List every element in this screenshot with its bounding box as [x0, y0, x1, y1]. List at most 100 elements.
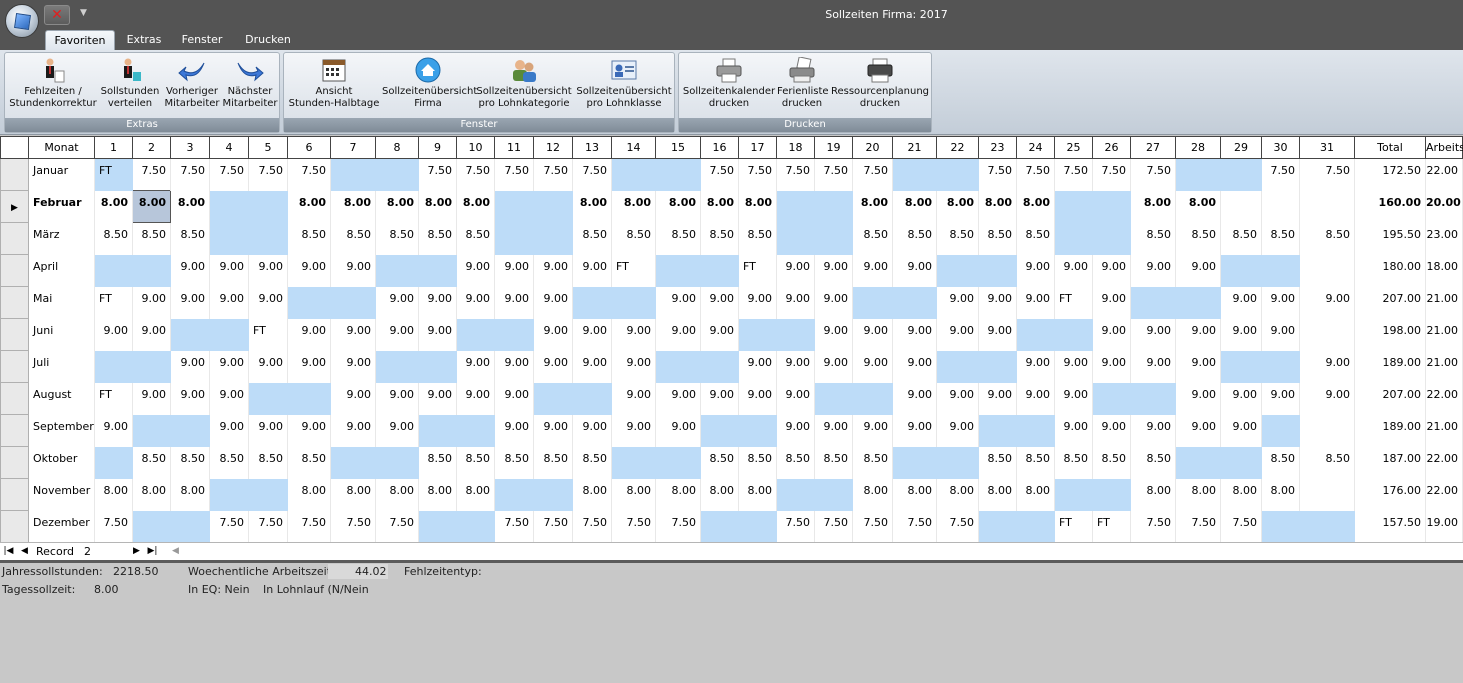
header-total[interactable]: Total	[1354, 136, 1426, 159]
day-cell[interactable]: 9.00	[287, 350, 331, 383]
day-cell[interactable]: 9.00	[1054, 254, 1093, 287]
day-cell[interactable]: 9.00	[456, 254, 495, 287]
day-cell[interactable]	[375, 446, 419, 479]
day-cell[interactable]: 7.50	[418, 158, 457, 191]
day-cell[interactable]	[814, 190, 853, 223]
month-cell[interactable]: Juli	[28, 350, 95, 383]
header-day-24[interactable]: 24	[1016, 136, 1055, 159]
day-cell[interactable]: 9.00	[375, 414, 419, 447]
day-cell[interactable]: 9.00	[248, 254, 288, 287]
day-cell[interactable]: 7.50	[248, 158, 288, 191]
day-cell[interactable]: 9.00	[1054, 414, 1093, 447]
header-day-10[interactable]: 10	[456, 136, 495, 159]
day-cell[interactable]: 9.00	[1092, 414, 1131, 447]
day-cell[interactable]: 8.00	[978, 190, 1017, 223]
tab-drucken[interactable]: Drucken	[238, 30, 298, 50]
day-cell[interactable]: 8.00	[170, 478, 210, 511]
row-selector[interactable]	[0, 350, 29, 383]
day-cell[interactable]	[814, 478, 853, 511]
day-cell[interactable]	[1299, 414, 1355, 447]
day-cell[interactable]: 9.00	[533, 254, 573, 287]
table-row[interactable]: Juni 9.00 9.00 FT 9.00 9.00 9.00 9.00 9.00 9.00 9.…	[0, 318, 1463, 351]
day-cell[interactable]: 8.00	[456, 478, 495, 511]
day-cell[interactable]: 9.00	[375, 318, 419, 351]
day-cell[interactable]	[892, 158, 937, 191]
month-cell[interactable]: Mai	[28, 286, 95, 319]
month-cell[interactable]: August	[28, 382, 95, 415]
day-cell[interactable]: 9.00	[1175, 382, 1221, 415]
row-selector[interactable]	[0, 286, 29, 319]
day-cell[interactable]: 7.50	[776, 510, 815, 543]
day-cell[interactable]	[738, 414, 777, 447]
day-cell[interactable]	[94, 254, 133, 287]
application-menu-button[interactable]	[5, 4, 39, 38]
day-cell[interactable]	[170, 318, 210, 351]
day-cell[interactable]: 9.00	[1220, 414, 1262, 447]
table-row[interactable]: Oktober 8.50 8.50 8.50 8.50 8.50 8.50 8.50 8.50 8…	[0, 446, 1463, 479]
day-cell[interactable]	[209, 190, 249, 223]
day-cell[interactable]: 9.00	[456, 286, 495, 319]
day-cell[interactable]	[611, 286, 656, 319]
day-cell[interactable]: 9.00	[94, 414, 133, 447]
day-cell[interactable]: 8.00	[330, 190, 376, 223]
day-cell[interactable]: 9.00	[892, 254, 937, 287]
day-cell[interactable]: 8.50	[1261, 222, 1300, 255]
day-cell[interactable]: 9.00	[655, 318, 701, 351]
day-cell[interactable]: 9.00	[1175, 318, 1221, 351]
day-cell[interactable]: 8.00	[852, 190, 893, 223]
day-cell[interactable]: 9.00	[700, 286, 739, 319]
day-cell[interactable]: 8.50	[776, 446, 815, 479]
day-cell[interactable]: 7.50	[1220, 510, 1262, 543]
header-day-4[interactable]: 4	[209, 136, 249, 159]
day-cell[interactable]: 9.00	[533, 414, 573, 447]
day-cell[interactable]: 8.00	[700, 478, 739, 511]
day-cell[interactable]	[1299, 318, 1355, 351]
day-cell[interactable]: 8.00	[1220, 478, 1262, 511]
day-cell[interactable]: 9.00	[655, 286, 701, 319]
day-cell[interactable]: 9.00	[1130, 318, 1176, 351]
header-day-16[interactable]: 16	[700, 136, 739, 159]
row-selector[interactable]	[0, 318, 29, 351]
day-cell[interactable]: 9.00	[1220, 318, 1262, 351]
day-cell[interactable]: 7.50	[456, 158, 495, 191]
day-cell[interactable]: 8.00	[611, 478, 656, 511]
day-cell[interactable]	[494, 222, 534, 255]
day-cell[interactable]: 8.50	[330, 222, 376, 255]
header-day-31[interactable]: 31	[1299, 136, 1355, 159]
month-cell[interactable]: November	[28, 478, 95, 511]
day-cell[interactable]	[330, 158, 376, 191]
day-cell[interactable]: FT	[611, 254, 656, 287]
day-cell[interactable]	[248, 222, 288, 255]
day-cell[interactable]: 8.00	[132, 478, 171, 511]
header-day-18[interactable]: 18	[776, 136, 815, 159]
day-cell[interactable]: 7.50	[852, 158, 893, 191]
day-cell[interactable]: 9.00	[494, 414, 534, 447]
month-cell[interactable]: April	[28, 254, 95, 287]
day-cell[interactable]	[330, 446, 376, 479]
day-cell[interactable]	[655, 350, 701, 383]
day-cell[interactable]: 8.50	[611, 222, 656, 255]
day-cell[interactable]: 8.50	[1299, 446, 1355, 479]
header-arbeitstage[interactable]: Arbeitstage	[1425, 136, 1463, 159]
header-day-23[interactable]: 23	[978, 136, 1017, 159]
ansicht-stunden-halbtage-button[interactable]: Ansicht Stunden-Halbtage	[288, 57, 380, 119]
day-cell[interactable]	[776, 222, 815, 255]
day-cell[interactable]	[1016, 318, 1055, 351]
day-cell[interactable]: 9.00	[1092, 254, 1131, 287]
day-cell[interactable]: 7.50	[978, 158, 1017, 191]
day-cell[interactable]: 8.00	[94, 190, 133, 223]
day-cell[interactable]	[170, 414, 210, 447]
day-cell[interactable]	[1092, 382, 1131, 415]
day-cell[interactable]	[94, 446, 133, 479]
day-cell[interactable]: 9.00	[1220, 286, 1262, 319]
day-cell[interactable]: 9.00	[738, 382, 777, 415]
day-cell[interactable]	[533, 190, 573, 223]
day-cell[interactable]: 8.00	[456, 190, 495, 223]
day-cell[interactable]: 9.00	[1092, 286, 1131, 319]
day-cell[interactable]: 9.00	[892, 318, 937, 351]
day-cell[interactable]	[209, 222, 249, 255]
day-cell[interactable]: 8.50	[94, 222, 133, 255]
day-cell[interactable]: 9.00	[418, 382, 457, 415]
day-cell[interactable]: 9.00	[1261, 286, 1300, 319]
day-cell[interactable]	[611, 158, 656, 191]
